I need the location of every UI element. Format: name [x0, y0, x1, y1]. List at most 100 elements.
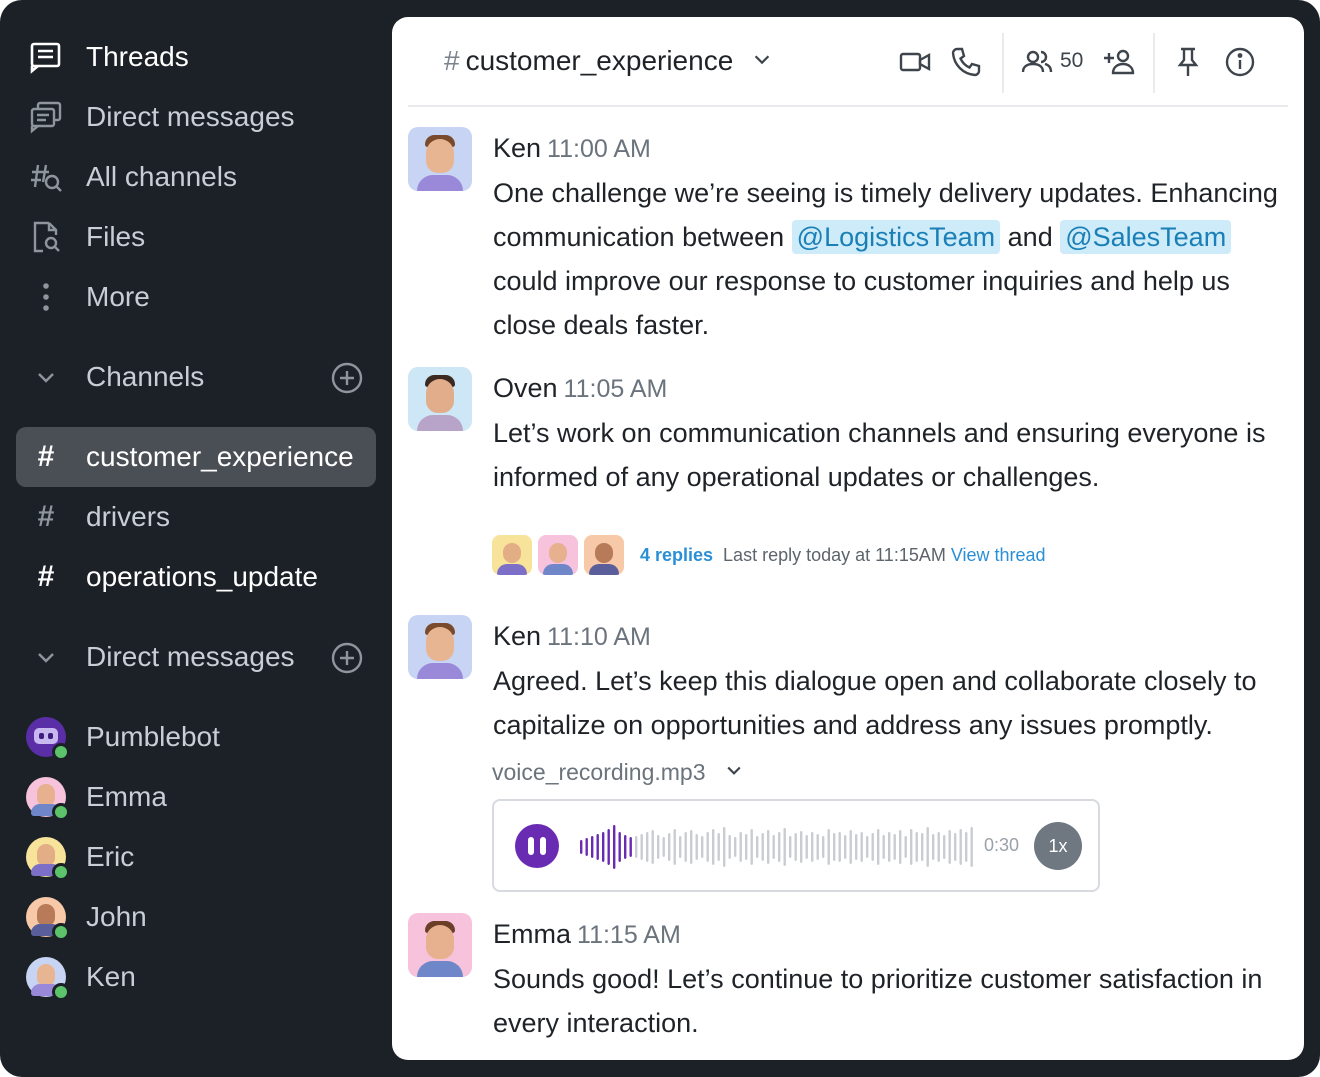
thread-summary[interactable]: 4 replies Last reply today at 11:15AM Vi…	[492, 534, 1046, 576]
waveform-bar	[695, 834, 698, 860]
nav-direct-messages[interactable]: Direct messages	[16, 92, 376, 142]
waveform-bar	[822, 836, 825, 858]
duration: 0:30	[984, 835, 1020, 855]
waveform-bar	[591, 836, 594, 858]
member-count[interactable]: 50	[1060, 49, 1083, 73]
channel-customer-experience[interactable]: # customer_experience	[16, 427, 376, 487]
message-header: Emma 11:15 AM	[493, 919, 681, 950]
nav-files[interactable]: Files	[16, 212, 376, 262]
waveform-bar	[761, 833, 764, 861]
avatar[interactable]	[408, 615, 472, 679]
add-member-icon[interactable]	[1102, 45, 1136, 79]
pause-icon[interactable]	[515, 824, 559, 868]
channels-section-toggle[interactable]: Channels	[16, 352, 376, 402]
channel-operations-update[interactable]: # operations_update	[16, 552, 376, 602]
online-status-icon	[52, 983, 70, 1001]
waveform-bar	[805, 835, 808, 859]
waveform-bar	[701, 836, 704, 858]
waveform-bar	[877, 829, 880, 865]
waveform-bar	[888, 832, 891, 862]
channel-drivers[interactable]: # drivers	[16, 492, 376, 542]
dm-eric[interactable]: Eric	[16, 832, 376, 882]
nav-label: Files	[86, 221, 146, 252]
waveform-bar	[849, 830, 852, 864]
waveform-bar	[640, 834, 643, 860]
dm-section-toggle[interactable]: Direct messages	[16, 632, 376, 682]
dm-john[interactable]: John	[16, 892, 376, 942]
view-thread-link[interactable]: View thread	[951, 545, 1046, 566]
pin-icon[interactable]	[1171, 45, 1205, 79]
nav-label: Threads	[86, 41, 189, 72]
waveform-bar	[783, 828, 786, 866]
audio-player: 0:30 1x	[492, 799, 1100, 892]
channel-label: operations_update	[86, 561, 318, 592]
waveform-bar	[635, 836, 638, 858]
waveform-bar	[866, 836, 869, 858]
online-status-icon	[52, 803, 70, 821]
dm-label: Ken	[86, 961, 136, 992]
author-name[interactable]: Oven	[493, 373, 558, 403]
waveform-bar	[816, 834, 819, 860]
last-reply-text: Last reply today at 11:15AM	[723, 544, 946, 565]
avatar	[26, 897, 70, 941]
replies-link[interactable]: 4 replies	[640, 545, 713, 566]
nav-label: All channels	[86, 161, 237, 192]
hash-icon: #	[37, 500, 55, 533]
waveform-bar	[970, 827, 973, 867]
playback-speed-button[interactable]: 1x	[1034, 822, 1082, 870]
waveform-bar	[778, 832, 781, 862]
waveform-bar	[860, 832, 863, 862]
message: Ken 11:00 AM One challenge we’re seeing i…	[408, 127, 1288, 357]
waveform-bar	[734, 837, 737, 857]
channel-label: drivers	[86, 501, 171, 532]
dm-label: Eric	[86, 841, 135, 872]
waveform-bar	[602, 832, 605, 862]
video-call-icon[interactable]	[898, 45, 932, 79]
timestamp: 11:10 AM	[547, 623, 651, 651]
mention[interactable]: @LogisticsTeam	[791, 220, 1001, 254]
waveform-bar	[910, 829, 913, 865]
nav-all-channels[interactable]: All channels	[16, 152, 376, 202]
attachment-toggle[interactable]: voice_recording.mp3	[492, 759, 744, 786]
chevron-down-icon	[724, 759, 744, 786]
mention[interactable]: @SalesTeam	[1060, 220, 1232, 254]
waveform-bar	[827, 829, 830, 865]
channel-name: customer_experience	[465, 45, 734, 76]
waveform-bar	[629, 837, 632, 857]
waveform-bar	[965, 832, 968, 862]
dm-ken[interactable]: Ken	[16, 952, 376, 1002]
dm-emma[interactable]: Emma	[16, 772, 376, 822]
members-icon[interactable]	[1020, 45, 1054, 79]
waveform-bar	[690, 830, 693, 864]
waveform-bar	[937, 832, 940, 862]
channel-title[interactable]: # customer_experience	[444, 45, 773, 77]
phone-icon[interactable]	[949, 45, 983, 79]
divider	[1002, 33, 1004, 93]
add-dm-icon[interactable]	[330, 641, 364, 682]
nav-threads[interactable]: Threads	[16, 32, 376, 82]
waveform-bar	[932, 834, 935, 860]
waveform-bar	[745, 834, 748, 860]
file-name: voice_recording.mp3	[492, 759, 706, 785]
info-icon[interactable]	[1223, 45, 1257, 79]
dm-pumblebot[interactable]: Pumblebot	[16, 712, 376, 762]
author-name[interactable]: Emma	[493, 919, 571, 949]
avatar	[26, 957, 70, 1001]
waveform-bar	[679, 836, 682, 858]
waveform-bar	[712, 829, 715, 865]
add-channel-icon[interactable]	[330, 361, 364, 402]
nav-more[interactable]: More	[16, 272, 376, 322]
waveform-scrubber[interactable]	[578, 825, 978, 869]
author-name[interactable]: Ken	[493, 133, 541, 163]
nav-label: More	[86, 281, 150, 312]
avatar[interactable]	[408, 913, 472, 977]
waveform-bar	[756, 836, 759, 858]
avatar[interactable]	[408, 127, 472, 191]
channel-label: customer_experience	[86, 441, 354, 472]
waveform-bar	[618, 832, 621, 862]
author-name[interactable]: Ken	[493, 621, 541, 651]
channels-header: Channels	[86, 361, 205, 392]
avatar[interactable]	[408, 367, 472, 431]
waveform-bar	[904, 836, 907, 858]
waveform-bar	[657, 835, 660, 859]
